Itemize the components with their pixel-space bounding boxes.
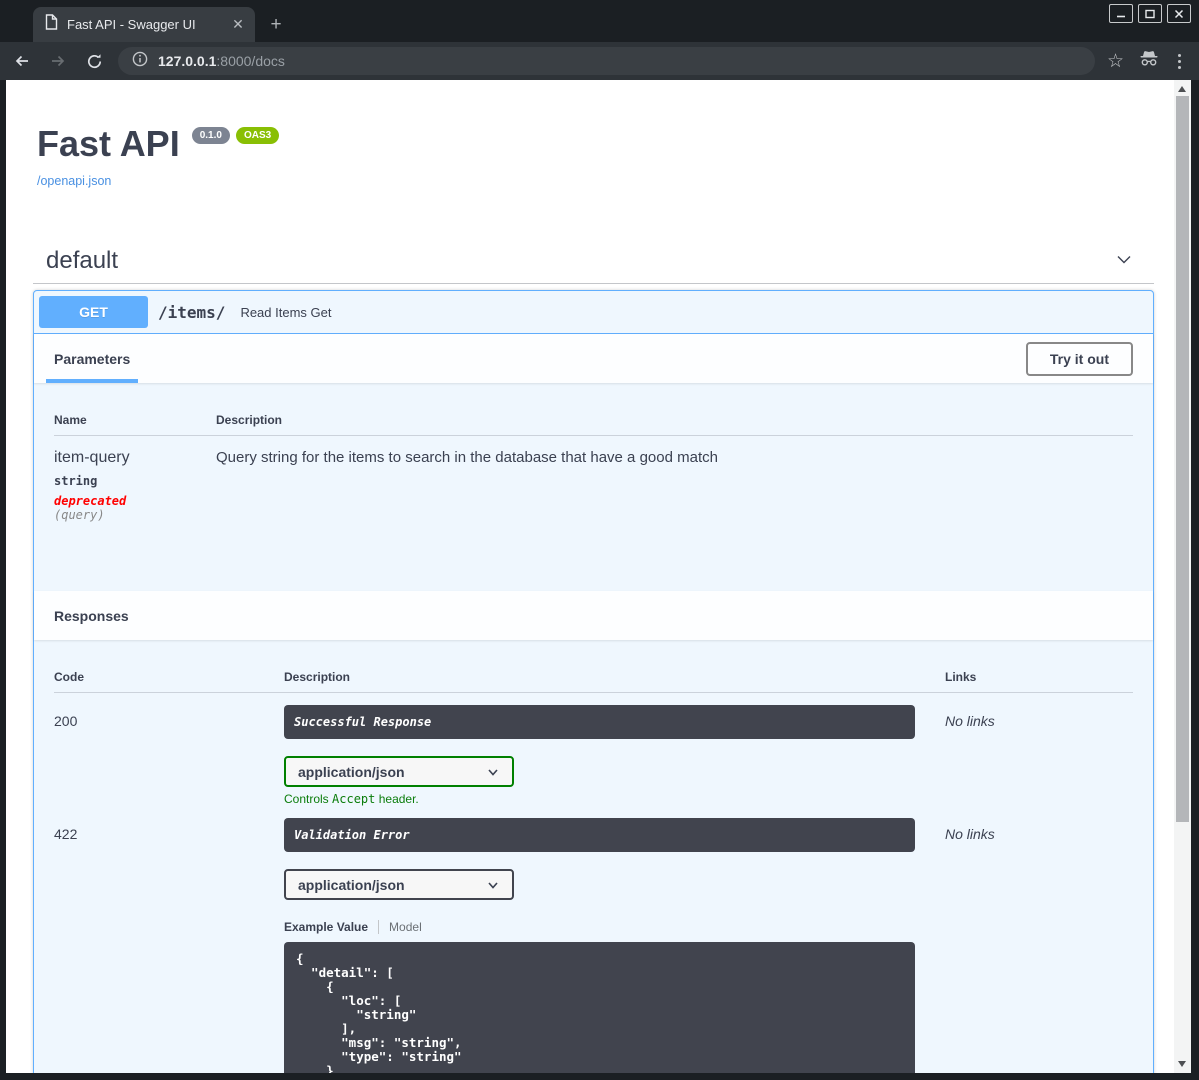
responses-title: Responses bbox=[54, 607, 129, 624]
tab-close-icon[interactable]: ✕ bbox=[229, 16, 247, 34]
page-content: Fast API 0.1.0 OAS3 /openapi.json defaul… bbox=[6, 80, 1174, 1073]
example-json-block[interactable]: { "detail": [ { "loc": [ "string" ], "ms… bbox=[284, 942, 915, 1073]
col-header-links: Links bbox=[945, 670, 977, 684]
col-header-code: Code bbox=[54, 670, 84, 684]
incognito-icon bbox=[1138, 50, 1160, 72]
select-chevron-icon bbox=[488, 881, 498, 889]
tag-section-header[interactable]: default bbox=[33, 239, 1154, 284]
window-close-button[interactable] bbox=[1167, 4, 1191, 23]
responses-header: Responses bbox=[34, 591, 1153, 640]
address-bar[interactable]: 127.0.0.1:8000/docs bbox=[118, 47, 1095, 75]
browser-menu-icon[interactable] bbox=[1174, 53, 1185, 69]
tag-name: default bbox=[46, 247, 119, 274]
parameter-deprecated-flag: deprecated bbox=[54, 494, 127, 508]
browser-titlebar: Fast API - Swagger UI ✕ + bbox=[0, 0, 1199, 42]
scrollbar-down-icon[interactable] bbox=[1178, 1061, 1186, 1067]
response-links: No links bbox=[945, 826, 995, 842]
window-maximize-button[interactable] bbox=[1138, 4, 1162, 23]
select-chevron-icon bbox=[488, 768, 498, 776]
url-host: 127.0.0.1 bbox=[158, 53, 217, 69]
response-code: 200 bbox=[54, 713, 78, 729]
api-title: Fast API bbox=[37, 123, 180, 164]
parameter-name: item-query bbox=[54, 449, 130, 466]
browser-tab[interactable]: Fast API - Swagger UI ✕ bbox=[33, 7, 255, 42]
method-get-button: GET bbox=[39, 296, 148, 328]
operation-path: /items/ bbox=[158, 302, 226, 322]
reload-button[interactable] bbox=[80, 47, 108, 75]
parameters-body: Name Description item-query string depre… bbox=[34, 383, 1153, 591]
media-type-select-422[interactable]: application/json bbox=[284, 869, 514, 900]
response-links: No links bbox=[945, 713, 995, 729]
bookmark-star-icon[interactable]: ☆ bbox=[1107, 52, 1124, 71]
scrollbar-up-icon[interactable] bbox=[1178, 86, 1186, 92]
browser-toolbar: 127.0.0.1:8000/docs ☆ bbox=[0, 42, 1199, 80]
back-button[interactable] bbox=[8, 47, 36, 75]
responses-body: Code Description Links 200 Successful Re… bbox=[34, 640, 1153, 1073]
oas3-badge: OAS3 bbox=[235, 127, 280, 144]
window-minimize-button[interactable] bbox=[1109, 4, 1133, 23]
operation-summary[interactable]: GET /items/ Read Items Get bbox=[34, 291, 1153, 334]
media-type-select-200[interactable]: application/json bbox=[284, 756, 514, 787]
col-header-description: Description bbox=[216, 413, 283, 427]
page-favicon-icon bbox=[44, 14, 58, 35]
tab-model[interactable]: Model bbox=[379, 920, 422, 934]
openapi-spec-link[interactable]: /openapi.json bbox=[37, 174, 111, 188]
parameter-location: (query) bbox=[54, 508, 105, 522]
page-scrollbar[interactable] bbox=[1174, 80, 1191, 1073]
response-description-panel: Successful Response bbox=[284, 705, 915, 739]
chevron-down-icon[interactable] bbox=[1114, 249, 1134, 274]
response-row-422: 422 Validation Error application/json Ex… bbox=[54, 818, 1133, 1073]
tab-example-value[interactable]: Example Value bbox=[284, 920, 380, 934]
opblock-get-items: GET /items/ Read Items Get Parameters Tr… bbox=[33, 290, 1154, 1073]
col-header-res-description: Description bbox=[284, 670, 351, 684]
try-it-out-button[interactable]: Try it out bbox=[1025, 341, 1133, 376]
tab-parameters[interactable]: Parameters bbox=[45, 334, 139, 383]
parameter-description: Query string for the items to search in … bbox=[216, 449, 718, 466]
response-description-panel: Validation Error bbox=[284, 818, 915, 852]
col-header-name: Name bbox=[54, 413, 87, 427]
forward-button[interactable] bbox=[44, 47, 72, 75]
scrollbar-thumb[interactable] bbox=[1176, 96, 1189, 822]
response-row-200: 200 Successful Response application/json… bbox=[54, 705, 1133, 806]
parameter-row: item-query string deprecated (query) Que… bbox=[54, 436, 1133, 522]
site-info-icon[interactable] bbox=[132, 51, 148, 72]
new-tab-button[interactable]: + bbox=[266, 15, 286, 35]
parameters-header: Parameters Try it out bbox=[34, 334, 1153, 383]
api-info: Fast API 0.1.0 OAS3 /openapi.json bbox=[33, 80, 1154, 190]
version-badge: 0.1.0 bbox=[191, 127, 230, 144]
operation-summary-text: Read Items Get bbox=[240, 304, 332, 320]
url-path: :8000/docs bbox=[216, 53, 285, 69]
tab-title: Fast API - Swagger UI bbox=[67, 17, 196, 32]
response-code: 422 bbox=[54, 826, 78, 842]
accept-header-note: Controls Accept header. bbox=[284, 792, 419, 806]
parameter-type: string bbox=[54, 474, 98, 488]
